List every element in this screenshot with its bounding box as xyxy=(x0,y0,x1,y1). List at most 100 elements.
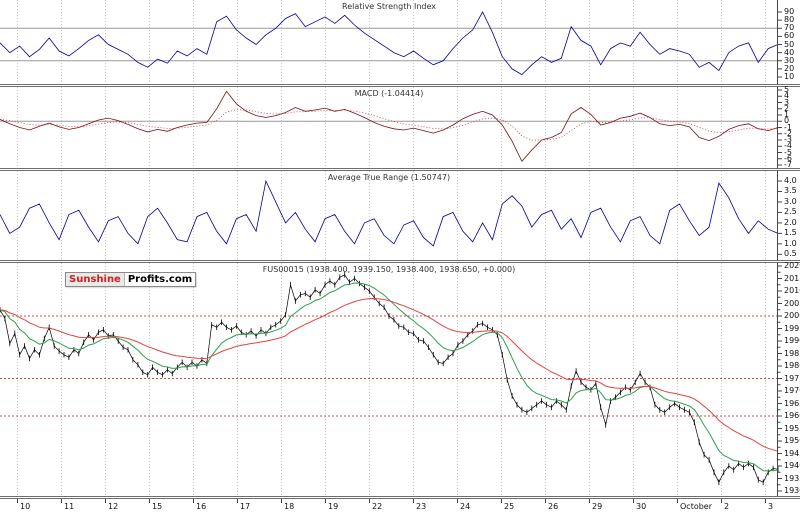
y-tick-label: 1.5 xyxy=(784,228,797,238)
macd-title: MACD (-1.04414) xyxy=(354,89,424,98)
x-tick-label: 17 xyxy=(240,502,251,511)
sunshine-profits-logo[interactable]: Sunshine Profits.com xyxy=(65,272,197,287)
y-tick-label: 2015 xyxy=(784,273,800,283)
x-tick xyxy=(325,499,326,503)
x-tick-label: 15 xyxy=(152,502,163,511)
ma-slow-line xyxy=(0,297,779,452)
y-tick-label: 1960 xyxy=(784,411,800,420)
atr-title: Average True Range (1.50747) xyxy=(327,173,451,182)
x-tick-label: October xyxy=(680,502,713,511)
y-tick-label: 2.5 xyxy=(784,207,797,217)
day-gridlines xyxy=(17,263,766,496)
x-tick-label: 30 xyxy=(636,502,647,511)
y-tick-label: 10 xyxy=(784,72,795,81)
macd-series xyxy=(0,90,779,163)
x-tick xyxy=(149,499,150,503)
y-tick-label: 2000 xyxy=(784,311,800,320)
y-axis xyxy=(777,87,782,168)
x-tick xyxy=(369,499,370,503)
x-tick-label: 24 xyxy=(460,502,471,511)
level-lines xyxy=(0,27,778,62)
x-tick xyxy=(501,499,502,503)
x-tick xyxy=(237,499,238,503)
y-tick-label: 1975 xyxy=(784,373,800,383)
y-tick-label: 2.0 xyxy=(784,217,797,227)
x-tick xyxy=(17,499,18,503)
x-tick xyxy=(677,499,678,503)
rsi-title: Relative Strength Index xyxy=(342,2,436,11)
x-tick-label: 3 xyxy=(768,502,774,511)
x-tick-label: 18 xyxy=(284,502,295,511)
x-tick xyxy=(61,499,62,503)
x-tick-label: 25 xyxy=(504,502,515,511)
atr-plot xyxy=(0,171,782,260)
y-tick-label: 1935 xyxy=(784,473,800,483)
date-axis-line xyxy=(0,498,800,499)
macd-plot xyxy=(0,87,782,168)
y-tick-label: 1970 xyxy=(784,386,800,395)
y-axis xyxy=(777,171,782,260)
atr-series xyxy=(0,179,779,247)
y-tick-label: 1950 xyxy=(784,436,800,445)
macd-panel: MACD (-1.04414) 5 4 3 2 1 0 -1 -2 -3 -4 -5 -6 -7 xyxy=(0,86,800,169)
atr-line xyxy=(0,179,779,247)
x-tick-label: 23 xyxy=(416,502,427,511)
date-axis: 10 11 12 15 16 17 18 19 22 23 24 25 26 29 30 October 2 3 xyxy=(0,496,800,512)
day-gridlines xyxy=(17,87,766,168)
x-tick-label: 11 xyxy=(64,502,75,511)
y-tick-label: 2005 xyxy=(784,298,800,308)
x-tick xyxy=(633,499,634,503)
x-tick-label: 19 xyxy=(328,502,339,511)
x-tick xyxy=(721,499,722,503)
x-tick xyxy=(545,499,546,503)
y-tick-label: 3.5 xyxy=(784,186,797,196)
atr-panel: Average True Range (1.50747) 4.0 3.5 3.0 2.… xyxy=(0,171,800,260)
level-lines xyxy=(0,315,778,417)
x-tick xyxy=(281,499,282,503)
x-tick-label: 22 xyxy=(372,502,383,511)
x-tick-label: 2 xyxy=(724,502,730,511)
macd-line xyxy=(0,90,779,163)
y-tick-label: 1995 xyxy=(784,323,800,333)
y-tick-label: 4.0 xyxy=(784,176,797,185)
x-tick-label: 10 xyxy=(20,502,31,511)
y-tick-label: 2010 xyxy=(784,286,800,295)
y-tick-label: 1985 xyxy=(784,348,800,358)
macd-signal-line xyxy=(0,109,779,141)
x-tick xyxy=(193,499,194,503)
chart-root: Relative Strength Index 90 80 70 60 50 40 30 20… xyxy=(0,0,800,512)
x-tick-label: 12 xyxy=(108,502,119,511)
rsi-series xyxy=(0,11,779,76)
y-tick-label: 1990 xyxy=(784,336,800,345)
ma-fast-line xyxy=(0,282,779,472)
x-tick-label: 26 xyxy=(548,502,559,511)
x-tick-label: 29 xyxy=(592,502,603,511)
y-tick-label: 1945 xyxy=(784,448,800,458)
x-tick xyxy=(105,499,106,503)
y-tick-label: 1930 xyxy=(784,486,800,495)
y-tick-label: 1.0 xyxy=(784,238,797,248)
y-tick-label: 1955 xyxy=(784,423,800,433)
price-plot xyxy=(0,263,782,496)
day-gridlines xyxy=(17,0,766,84)
x-tick xyxy=(589,499,590,503)
x-tick xyxy=(457,499,458,503)
y-tick-label: 1940 xyxy=(784,461,800,470)
rsi-plot xyxy=(0,0,782,84)
rsi-line xyxy=(0,11,779,76)
logo-part-profits: Profits.com xyxy=(124,273,196,286)
rsi-panel: Relative Strength Index 90 80 70 60 50 40 30 20… xyxy=(0,0,800,84)
y-tick-label: 3.0 xyxy=(784,196,797,206)
y-tick-label: 1965 xyxy=(784,398,800,408)
x-tick xyxy=(413,499,414,503)
price-panel: FUS00015 (1938.400, 1939.150, 1938.400, … xyxy=(0,261,800,496)
y-axis xyxy=(777,263,782,496)
x-tick xyxy=(765,499,766,503)
logo-part-sunshine: Sunshine xyxy=(66,273,125,286)
y-tick-label: 0.5 xyxy=(784,249,797,259)
y-tick-label: 2020 xyxy=(784,261,800,270)
y-axis xyxy=(777,0,782,84)
day-gridlines xyxy=(17,171,766,260)
y-tick-label: 1980 xyxy=(784,361,800,370)
x-tick-label: 16 xyxy=(196,502,207,511)
